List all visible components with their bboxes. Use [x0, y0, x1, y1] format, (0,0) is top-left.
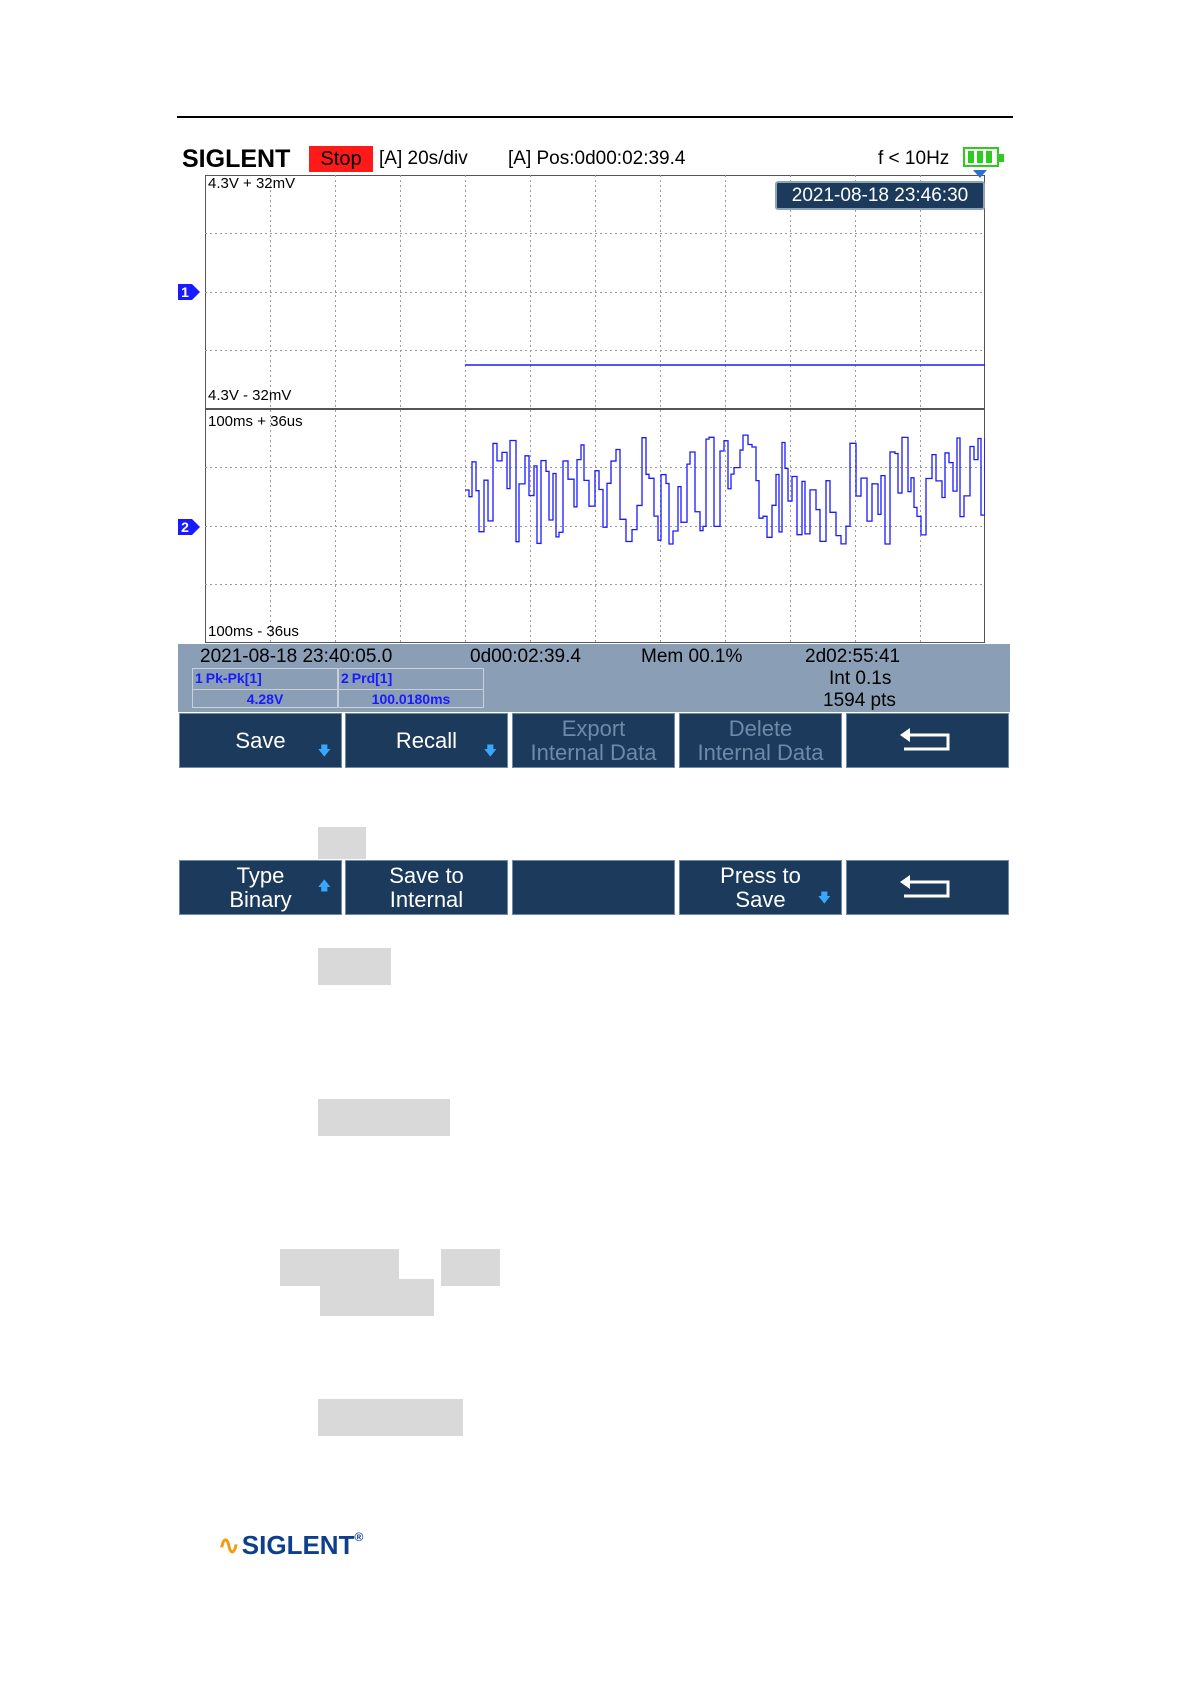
- save-to-internal-button[interactable]: Save to Internal: [345, 860, 508, 915]
- arrow-down-icon: 🡇: [317, 743, 331, 758]
- redacted-block: [318, 948, 391, 985]
- ch2-lower-limit-label: 100ms - 36us: [208, 623, 299, 640]
- timebase-readout: [A] 20s/div: [379, 148, 468, 169]
- redacted-block: [320, 1279, 434, 1316]
- recall-button[interactable]: Recall 🡇: [345, 713, 508, 768]
- header-rule: [177, 116, 1013, 118]
- redacted-block: [441, 1249, 500, 1286]
- delete-internal-data-button[interactable]: Delete Internal Data: [679, 713, 842, 768]
- recorder-info-panel: 2021-08-18 23:40:05.0 0d00:02:39.4 Mem 0…: [178, 644, 1010, 712]
- ch1-upper-limit-label: 4.3V + 32mV: [208, 175, 296, 192]
- waveform-display[interactable]: 4.3V + 32mV 4.3V - 32mV 100ms + 36us 100…: [205, 175, 985, 643]
- status-bar: SIGLENT Stop [A] 20s/div [A] Pos:0d00:02…: [178, 144, 1013, 174]
- softkey-menu-main: Save 🡇 Recall 🡇 Export Internal Data Dele…: [178, 713, 1012, 769]
- measurement-ch2-value: 100.0180ms: [339, 689, 483, 709]
- redacted-block: [318, 1099, 450, 1136]
- type-selector-button[interactable]: Type Binary 🡅: [179, 860, 342, 915]
- save-button[interactable]: Save 🡇: [179, 713, 342, 768]
- arrow-down-icon: 🡇: [483, 743, 497, 758]
- ch2-offset-marker[interactable]: 2: [178, 519, 200, 535]
- graticule-svg: [205, 175, 985, 643]
- empty-softkey: [512, 860, 675, 915]
- arrow-up-icon: 🡅: [317, 878, 331, 893]
- sample-points: 1594 pts: [823, 690, 896, 711]
- battery-icon: [963, 147, 1004, 167]
- total-duration: 2d02:55:41: [805, 646, 901, 667]
- ch1-offset-marker[interactable]: 1: [178, 284, 200, 300]
- redacted-block: [318, 1399, 463, 1436]
- return-arrow-icon: [899, 728, 949, 751]
- measurement-ch1[interactable]: 1 Pk-Pk[1] 4.28V: [192, 668, 338, 708]
- return-arrow-icon: [899, 875, 949, 898]
- back-button[interactable]: [846, 713, 1009, 768]
- arrow-down-icon: 🡇: [817, 890, 831, 905]
- trigger-position-icon: [973, 170, 987, 178]
- measurement-ch1-value: 4.28V: [193, 689, 337, 709]
- memory-usage: Mem 00.1%: [641, 646, 743, 667]
- text-highlight: [318, 827, 366, 859]
- datetime-badge: 2021-08-18 23:46:30: [775, 181, 985, 210]
- run-state-badge[interactable]: Stop: [309, 146, 373, 172]
- export-internal-data-button[interactable]: Export Internal Data: [512, 713, 675, 768]
- position-readout: [A] Pos:0d00:02:39.4: [508, 148, 686, 169]
- frequency-readout: f < 10Hz: [878, 148, 950, 169]
- back-button-save-menu[interactable]: [846, 860, 1009, 915]
- brand-logo: SIGLENT: [182, 145, 291, 173]
- press-to-save-button[interactable]: Press to Save 🡇: [679, 860, 842, 915]
- measurement-ch2[interactable]: 2 Prd[1] 100.0180ms: [338, 668, 484, 708]
- ch1-lower-limit-label: 4.3V - 32mV: [208, 387, 292, 404]
- ch2-upper-limit-label: 100ms + 36us: [208, 413, 303, 430]
- logo-swirl-icon: ∿: [218, 1530, 240, 1560]
- elapsed-time: 0d00:02:39.4: [470, 646, 581, 667]
- footer-logo: ∿SIGLENT®: [218, 1530, 364, 1560]
- start-time: 2021-08-18 23:40:05.0: [200, 646, 393, 667]
- softkey-menu-save: Type Binary 🡅 Save to Internal Press to Sav…: [178, 860, 1012, 916]
- sample-interval: Int 0.1s: [829, 668, 892, 689]
